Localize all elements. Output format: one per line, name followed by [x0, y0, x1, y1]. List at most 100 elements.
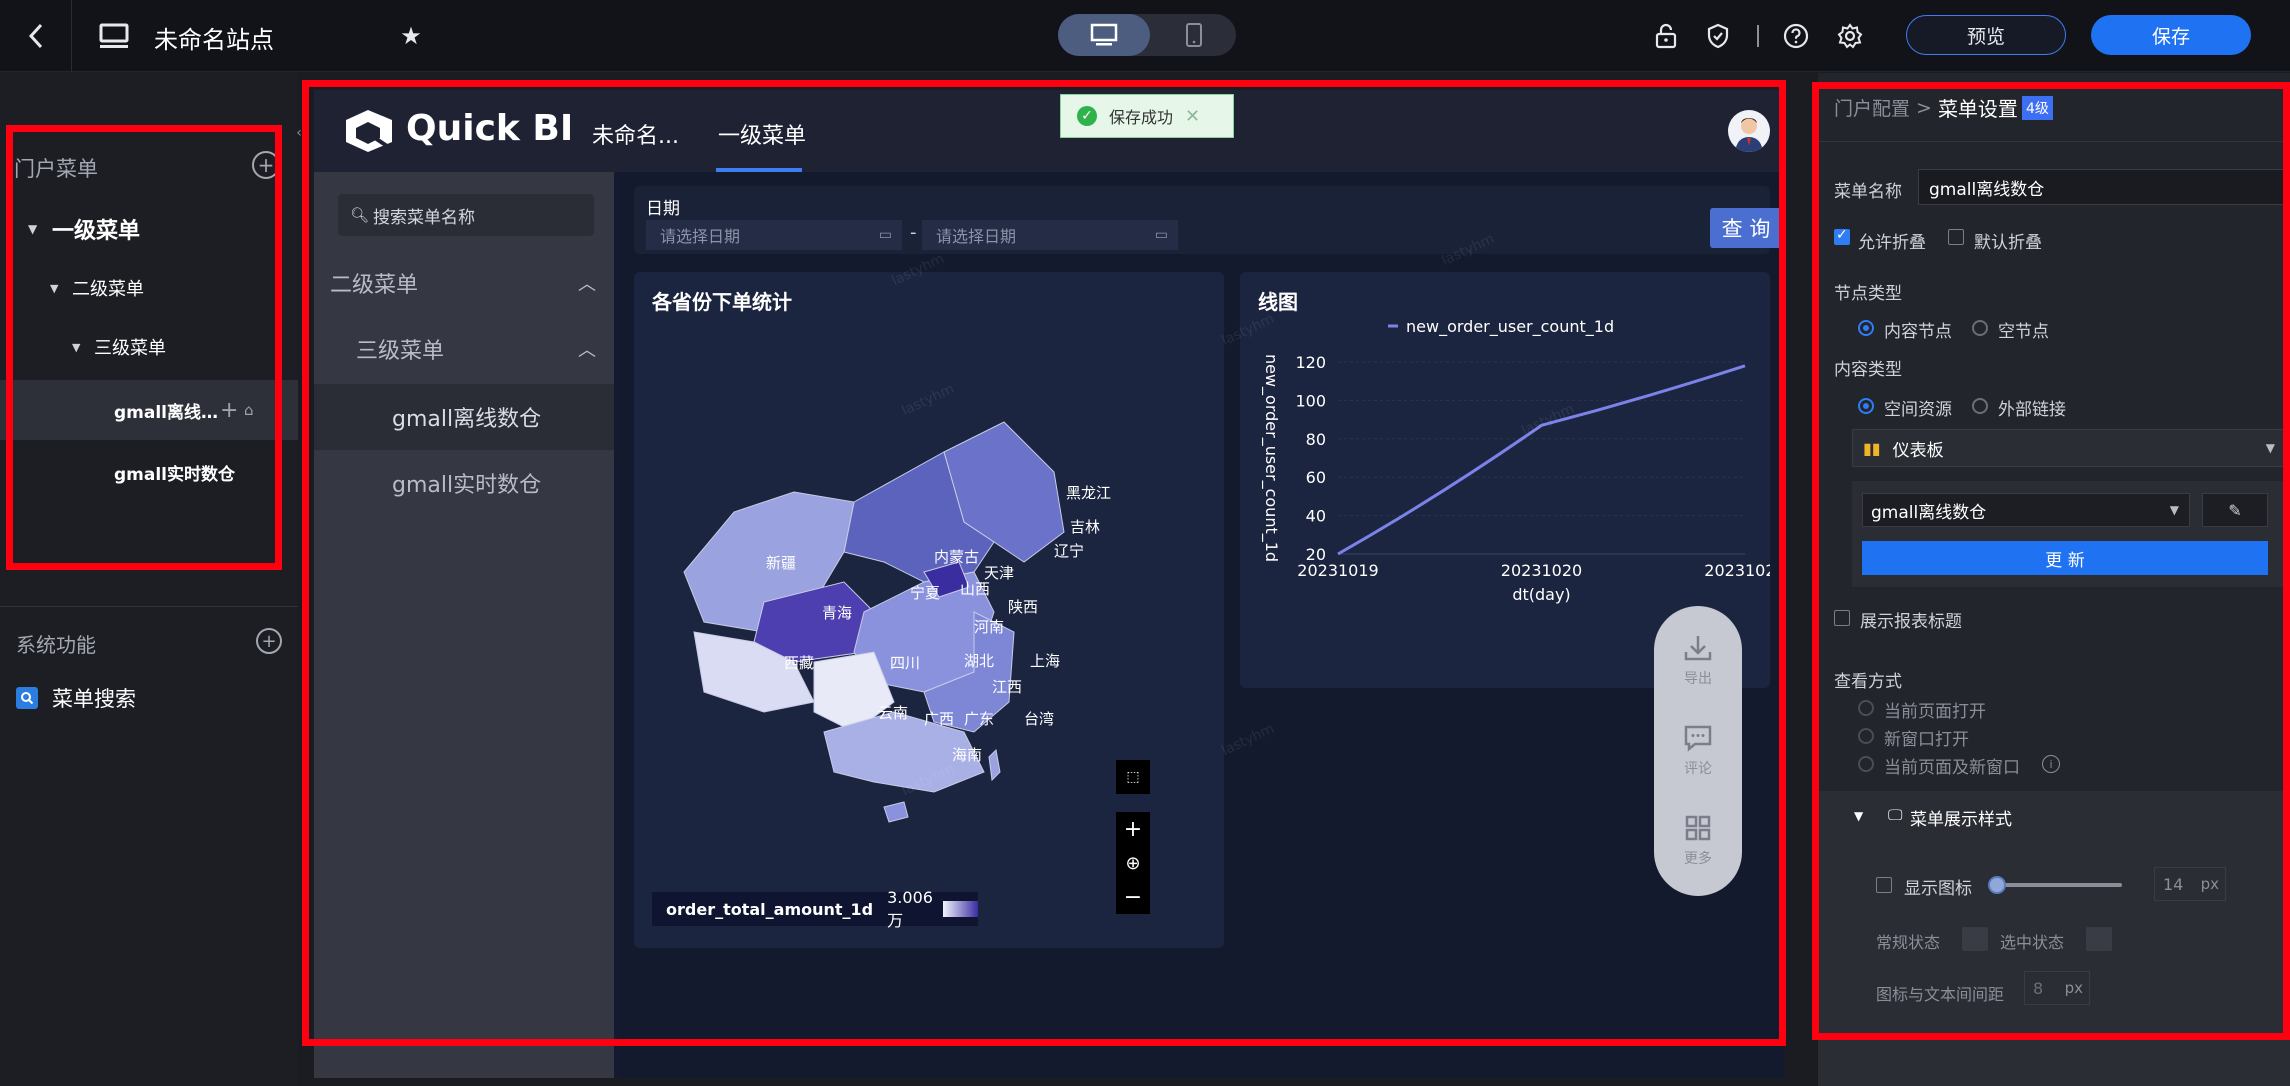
allow-fold-label: 允许折叠: [1858, 233, 1926, 253]
preview-button[interactable]: 预览: [1906, 15, 2066, 55]
lock-icon[interactable]: [1650, 20, 1682, 52]
desktop-icon[interactable]: [1058, 14, 1150, 56]
bar-chart-icon: ▮▮: [1863, 438, 1881, 458]
tree-item-gmall-realtime[interactable]: gmall实时数仓: [0, 443, 298, 501]
tree-item-level3[interactable]: ▼ 三级菜单: [0, 318, 298, 376]
comment-button[interactable]: 评论: [1654, 716, 1742, 786]
grid-icon: [1685, 815, 1711, 841]
nav-item-gmall-realtime[interactable]: gmall实时数仓: [314, 450, 614, 516]
export-label: 导出: [1684, 671, 1712, 687]
caret-down-icon[interactable]: ▼: [28, 222, 37, 236]
top-menu-item[interactable]: 一级菜单: [718, 118, 806, 150]
download-icon: [1684, 636, 1712, 661]
normal-state-label: 常规状态: [1876, 933, 1941, 952]
space-resource-radio[interactable]: [1858, 398, 1874, 414]
map-select-icon[interactable]: ⬚: [1116, 760, 1150, 794]
slider-handle[interactable]: [1988, 876, 2006, 894]
save-button[interactable]: 保存: [2091, 15, 2251, 55]
selected-state-image-icon[interactable]: [2086, 927, 2112, 951]
breadcrumb: 门户配置 > 菜单设置 4级: [1834, 93, 2053, 122]
icon-size-slider[interactable]: [1988, 876, 2122, 894]
caret-down-icon[interactable]: ▼: [72, 341, 80, 354]
node-empty-label: 空节点: [1998, 322, 2049, 342]
update-button[interactable]: 更 新: [1862, 541, 2268, 575]
legend-label: new_order_user_count_1d: [1406, 317, 1614, 337]
locate-icon[interactable]: ⊕: [1116, 846, 1150, 880]
nav-item-gmall-offline[interactable]: gmall离线数仓: [314, 384, 614, 450]
chevron-up-icon[interactable]: ︿: [578, 336, 596, 362]
china-map[interactable]: [674, 412, 1114, 852]
breadcrumb-parent[interactable]: 门户配置: [1834, 94, 1910, 121]
view-current-radio[interactable]: [1858, 700, 1874, 716]
normal-state-image-icon[interactable]: [1962, 927, 1988, 951]
logo-text: Quick BI: [406, 108, 574, 149]
node-content-radio[interactable]: [1858, 320, 1874, 336]
resource-select[interactable]: gmall离线数仓 ▼: [1862, 493, 2190, 527]
selected-state-label: 选中状态: [2000, 933, 2065, 952]
x-tick-label: 20231020: [1501, 561, 1582, 580]
portal-menu-title: 门户菜单: [14, 157, 98, 181]
caret-down-icon[interactable]: ▼: [50, 282, 58, 295]
y-tick-label: 80: [1306, 430, 1326, 449]
home-icon[interactable]: ⌂: [244, 401, 254, 419]
menu-name-input[interactable]: gmall离线数仓: [1918, 169, 2286, 205]
nav-item-level2[interactable]: 二级菜单 ︿: [314, 250, 614, 316]
info-icon[interactable]: i: [2042, 755, 2060, 773]
chevron-up-icon[interactable]: ︿: [578, 270, 596, 296]
view-both-radio[interactable]: [1858, 756, 1874, 772]
export-button[interactable]: 导出: [1654, 626, 1742, 696]
collapse-handle-icon[interactable]: ‹: [292, 113, 306, 153]
mobile-icon[interactable]: [1158, 14, 1230, 56]
add-icon[interactable]: +: [220, 398, 238, 423]
search-placeholder: 搜索菜单名称: [373, 207, 476, 228]
default-fold-label: 默认折叠: [1974, 233, 2042, 253]
y-axis-label: new_order_user_count_1d: [1261, 354, 1281, 562]
collapse-caret-icon[interactable]: ▼: [1854, 809, 1863, 823]
icon-text-gap-input[interactable]: 8 px: [2024, 971, 2090, 1005]
zoom-out-icon[interactable]: −: [1116, 880, 1150, 914]
close-icon[interactable]: ✕: [1185, 106, 1200, 127]
right-settings-panel: 门户配置 > 菜单设置 4级 菜单名称 gmall离线数仓 允许折叠 默认折叠 …: [1818, 73, 2290, 1086]
nav-item-level3[interactable]: 三级菜单 ︿: [314, 316, 614, 382]
chevron-down-icon[interactable]: ▼: [2266, 441, 2275, 455]
star-icon[interactable]: ★: [395, 20, 427, 52]
external-link-radio[interactable]: [1972, 398, 1988, 414]
calendar-icon[interactable]: ▭: [879, 227, 892, 243]
view-new-radio[interactable]: [1858, 728, 1874, 744]
resource-type-select[interactable]: ▮▮ 仪表板 ▼: [1852, 429, 2286, 467]
show-icon-checkbox[interactable]: [1876, 877, 1892, 893]
add-system-icon[interactable]: +: [256, 628, 282, 654]
map-zoom-group: + ⊕ −: [1116, 812, 1150, 914]
icon-size-input[interactable]: 14 px: [2154, 867, 2226, 901]
site-title[interactable]: 未命名站点: [154, 20, 274, 55]
menu-name-label: 菜单名称: [1834, 182, 1902, 202]
avatar[interactable]: [1728, 110, 1770, 152]
shield-icon[interactable]: [1702, 20, 1734, 52]
gear-icon[interactable]: [1834, 20, 1866, 52]
date-end-input[interactable]: 请选择日期 ▭: [922, 220, 1178, 250]
device-toggle: [1058, 14, 1236, 56]
node-empty-radio[interactable]: [1972, 320, 1988, 336]
default-fold-checkbox[interactable]: [1948, 229, 1964, 245]
zoom-in-icon[interactable]: +: [1116, 812, 1150, 846]
more-label: 更多: [1684, 851, 1712, 867]
tree-item-gmall-offline[interactable]: gmall离线… + ⌂: [0, 380, 298, 440]
show-report-title-checkbox[interactable]: [1834, 610, 1850, 626]
date-start-input[interactable]: 请选择日期 ▭: [646, 220, 902, 250]
calendar-icon[interactable]: ▭: [1155, 227, 1168, 243]
chevron-down-icon[interactable]: ▼: [2170, 503, 2179, 517]
tree-item-level2[interactable]: ▼ 二级菜单: [0, 259, 298, 317]
edit-icon[interactable]: ✎: [2202, 493, 2268, 527]
tree-item-level1[interactable]: ▼ 一级菜单: [0, 200, 298, 258]
menu-search-item[interactable]: 菜单搜索: [14, 679, 284, 715]
add-menu-icon[interactable]: +: [252, 151, 280, 179]
back-icon[interactable]: [0, 0, 72, 72]
allow-fold-checkbox[interactable]: [1834, 227, 1850, 245]
system-title: 系统功能: [16, 633, 96, 657]
comment-label: 评论: [1684, 761, 1712, 777]
more-button[interactable]: 更多: [1654, 806, 1742, 876]
help-icon[interactable]: [1780, 20, 1812, 52]
nav-item-label: 三级菜单: [356, 339, 445, 364]
menu-search-input[interactable]: 🔍︎ 搜索菜单名称: [338, 194, 594, 236]
query-button[interactable]: 查 询: [1710, 208, 1782, 248]
